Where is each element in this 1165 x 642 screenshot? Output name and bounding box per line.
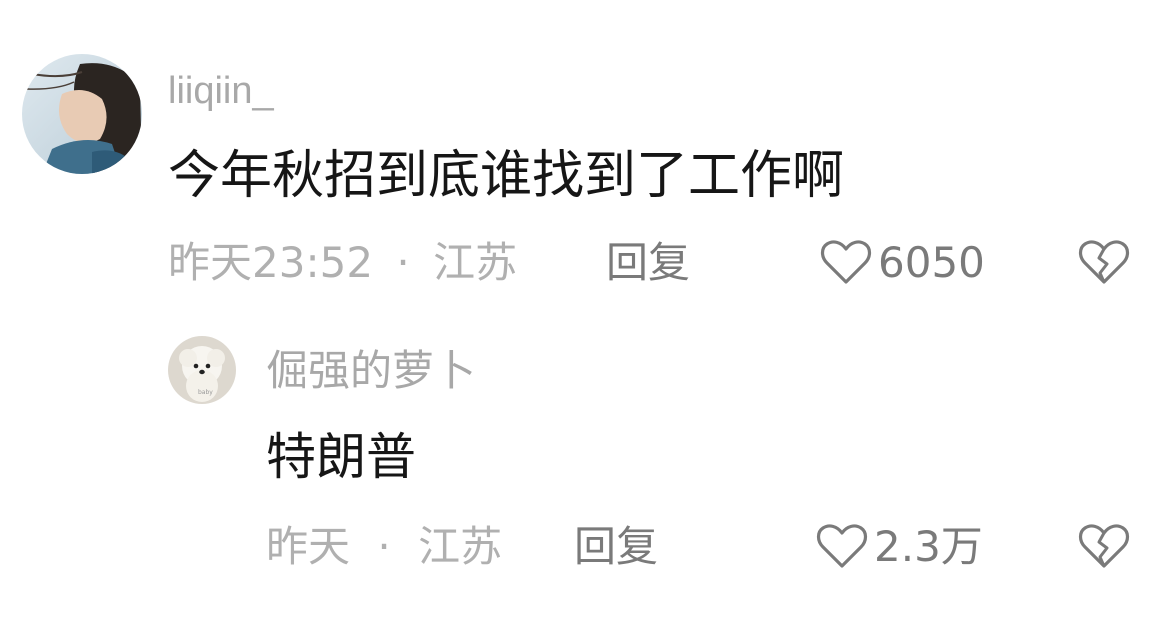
avatar-photo: [22, 54, 142, 174]
location: 江苏: [418, 522, 503, 571]
dislike-button[interactable]: [1078, 240, 1130, 286]
heart-outline-icon: [816, 524, 868, 568]
avatar[interactable]: baby: [168, 336, 236, 404]
reply-button[interactable]: 回复: [574, 526, 658, 568]
like-count: 2.3万: [874, 522, 983, 571]
location: 江苏: [433, 238, 518, 287]
avatar-caption: baby: [198, 389, 213, 396]
meta-separator: ·: [377, 522, 391, 571]
comment-meta: 昨天23:52 · 江苏: [168, 242, 517, 284]
username[interactable]: liiqiin_: [168, 72, 274, 110]
comment-text: 今年秋招到底谁找到了工作啊: [168, 146, 845, 206]
like-count: 6050: [878, 238, 985, 287]
like-button[interactable]: 2.3万: [816, 522, 983, 572]
heart-outline-icon: [820, 240, 872, 284]
username[interactable]: 倔强的萝卜: [266, 350, 476, 392]
timestamp: 昨天: [266, 522, 351, 571]
reply-button[interactable]: 回复: [606, 242, 690, 284]
avatar-photo: baby: [168, 336, 236, 404]
like-button[interactable]: 6050: [820, 238, 985, 288]
broken-heart-icon: [1078, 240, 1130, 284]
avatar[interactable]: [22, 54, 142, 174]
timestamp: 昨天23:52: [168, 238, 374, 287]
broken-heart-icon: [1078, 524, 1130, 568]
comment-text: 特朗普: [266, 428, 416, 486]
comment-meta: 昨天 · 江苏: [266, 526, 502, 568]
dislike-button[interactable]: [1078, 524, 1130, 570]
meta-separator: ·: [396, 238, 410, 287]
